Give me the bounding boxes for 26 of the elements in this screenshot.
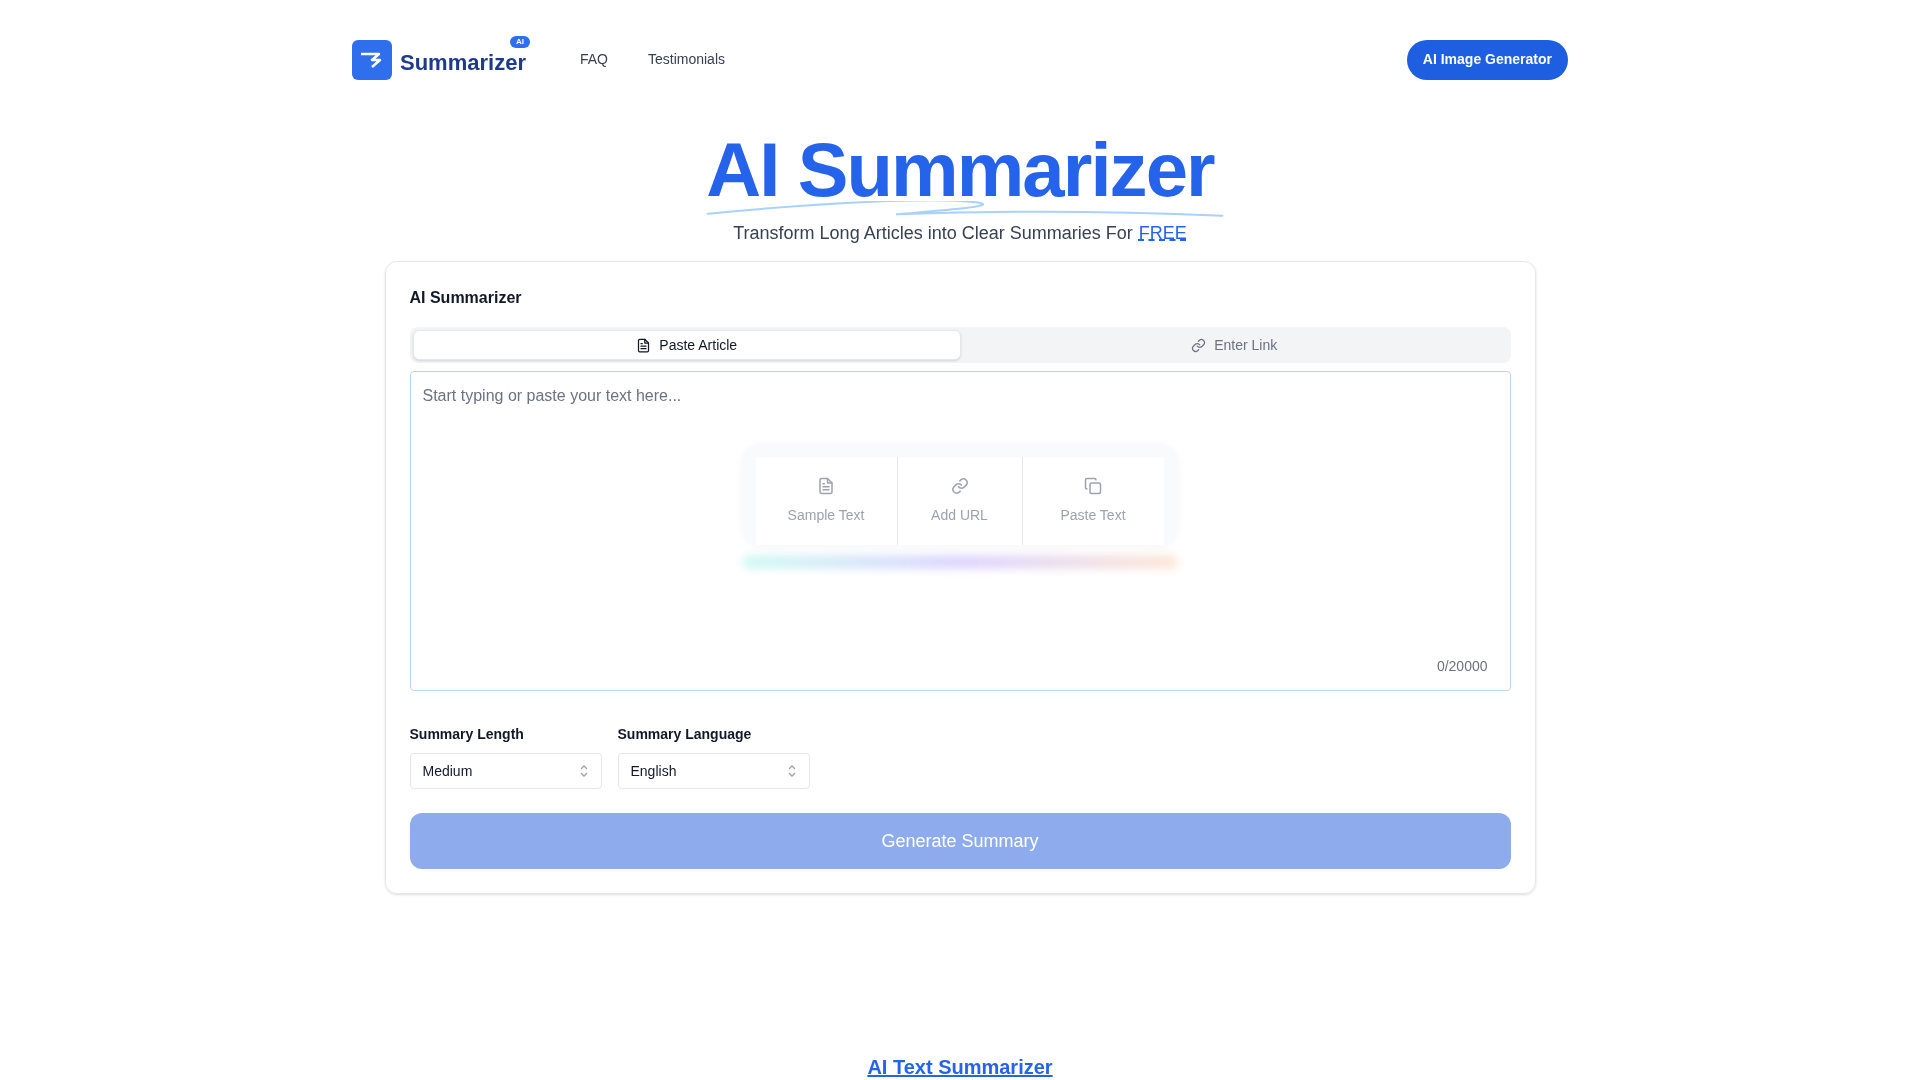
image-generator-button[interactable]: AI Image Generator [1406,39,1568,80]
link-icon [1191,337,1207,353]
copy-icon [1084,476,1102,495]
logo-icon [352,39,392,80]
document-icon [636,337,652,353]
section-heading: AI Text Summarizer [866,1055,1054,1080]
select-label: Summary Length [409,725,525,744]
character-counter: 0/20000 [1436,657,1488,676]
link-icon [950,476,969,495]
card-title: AI Summarizer [409,288,523,308]
subtitle: Transform Long Articles into Clear Summaries For [733,222,1133,245]
select-label: Summary Language [617,725,753,744]
document-icon [817,476,835,495]
nav-link[interactable]: Testimonials [647,49,725,70]
chevron-updown-icon [578,765,589,777]
tab[interactable]: Enter Link [961,330,1508,360]
dropdown-select[interactable]: Medium [409,753,602,789]
page-title: AI Summarizer [706,126,1214,206]
dropdown-select[interactable]: English [617,753,810,789]
chevron-updown-icon [786,765,797,777]
nav-link[interactable]: FAQ [579,49,608,70]
ai-badge: AI [509,35,530,48]
logo-text: Summarizer [400,48,526,74]
generate-summary-button: Generate Summary [409,813,1511,869]
free-link[interactable]: FREE [1138,220,1187,247]
tab[interactable]: Paste Article [412,330,961,360]
